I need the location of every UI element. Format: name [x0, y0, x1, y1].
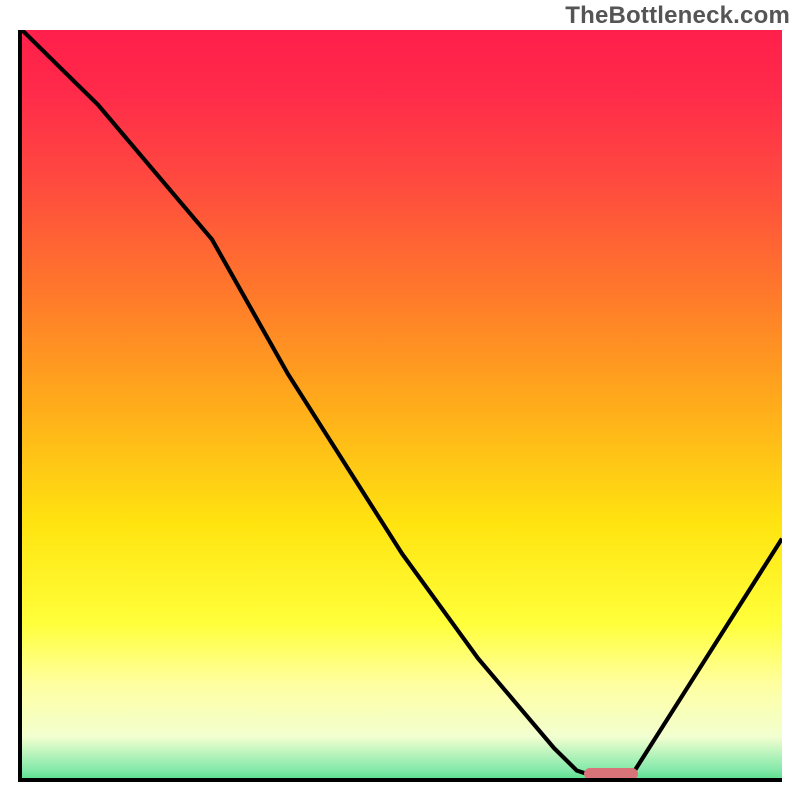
plot-area [18, 30, 782, 782]
chart-container: TheBottleneck.com [0, 0, 800, 800]
watermark-text: TheBottleneck.com [565, 2, 790, 30]
optimal-marker [584, 768, 637, 780]
curve-path [22, 30, 782, 778]
bottleneck-curve [22, 30, 782, 778]
